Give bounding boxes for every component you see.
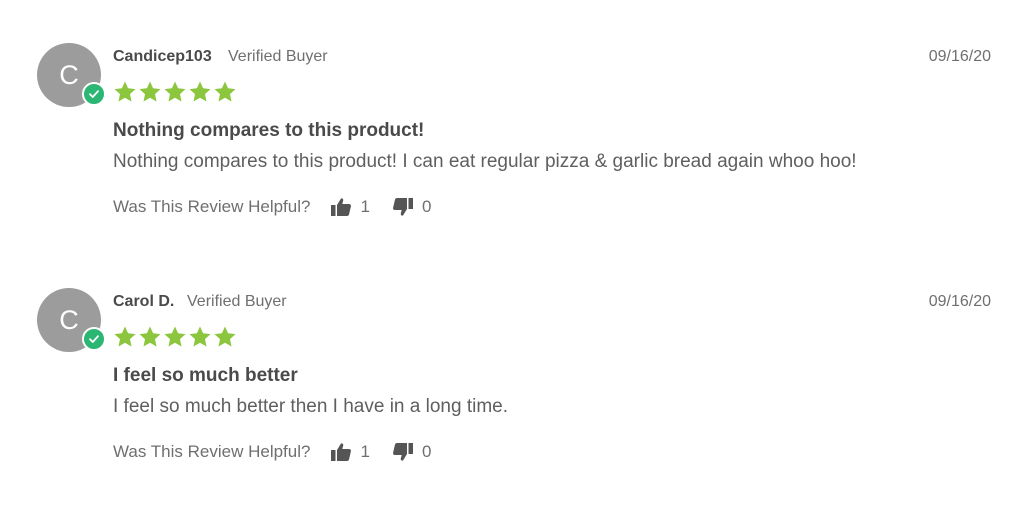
reviews-list: C Candicep103 Verified Buyer 09/16/20 No… bbox=[0, 0, 1024, 508]
downvote-count: 0 bbox=[421, 442, 432, 461]
star-icon bbox=[214, 81, 236, 102]
star-rating bbox=[113, 80, 237, 104]
thumbs-up-icon bbox=[331, 443, 352, 461]
star-rating bbox=[113, 325, 237, 349]
upvote-count: 1 bbox=[360, 442, 370, 461]
helpful-label: Was This Review Helpful? bbox=[113, 442, 311, 461]
verified-check-icon bbox=[82, 327, 106, 351]
verified-buyer-label: Verified Buyer bbox=[228, 48, 328, 65]
star-icon bbox=[164, 326, 186, 347]
star-icon bbox=[189, 81, 211, 102]
thumbs-down-icon bbox=[392, 198, 413, 216]
helpful-label: Was This Review Helpful? bbox=[113, 197, 311, 216]
avatar-letter: C bbox=[59, 59, 79, 90]
avatar-letter: C bbox=[59, 304, 79, 335]
thumbs-up-button[interactable]: 1 bbox=[330, 442, 370, 462]
star-icon bbox=[114, 326, 136, 347]
thumbs-up-icon bbox=[331, 198, 352, 216]
verified-check-icon bbox=[82, 82, 106, 106]
star-icon bbox=[164, 81, 186, 102]
thumbs-down-button[interactable]: 0 bbox=[392, 197, 431, 217]
star-icon bbox=[189, 326, 211, 347]
downvote-count: 0 bbox=[421, 197, 432, 216]
upvote-count: 1 bbox=[360, 197, 370, 216]
star-icon bbox=[139, 326, 161, 347]
review-title: I feel so much better bbox=[113, 365, 298, 386]
review-body: Nothing compares to this product! I can … bbox=[113, 151, 857, 172]
review-title: Nothing compares to this product! bbox=[113, 120, 425, 141]
review-body: I feel so much better then I have in a l… bbox=[113, 396, 509, 417]
review-date: 09/16/20 bbox=[928, 293, 991, 310]
review-date: 09/16/20 bbox=[928, 48, 991, 65]
thumbs-up-button[interactable]: 1 bbox=[330, 197, 370, 217]
helpful-row: Was This Review Helpful? 1 0 bbox=[113, 197, 431, 217]
thumbs-down-icon bbox=[392, 443, 413, 461]
verified-buyer-label: Verified Buyer bbox=[187, 293, 287, 310]
review-item: C Carol D. Verified Buyer 09/16/20 I fee… bbox=[0, 245, 1024, 490]
star-icon bbox=[139, 81, 161, 102]
thumbs-down-button[interactable]: 0 bbox=[392, 442, 431, 462]
reviewer-name: Carol D. bbox=[113, 293, 175, 310]
review-item: C Candicep103 Verified Buyer 09/16/20 No… bbox=[0, 0, 1024, 245]
reviewer-name: Candicep103 bbox=[113, 48, 212, 65]
star-icon bbox=[114, 81, 136, 102]
star-icon bbox=[214, 326, 236, 347]
helpful-row: Was This Review Helpful? 1 0 bbox=[113, 442, 431, 462]
